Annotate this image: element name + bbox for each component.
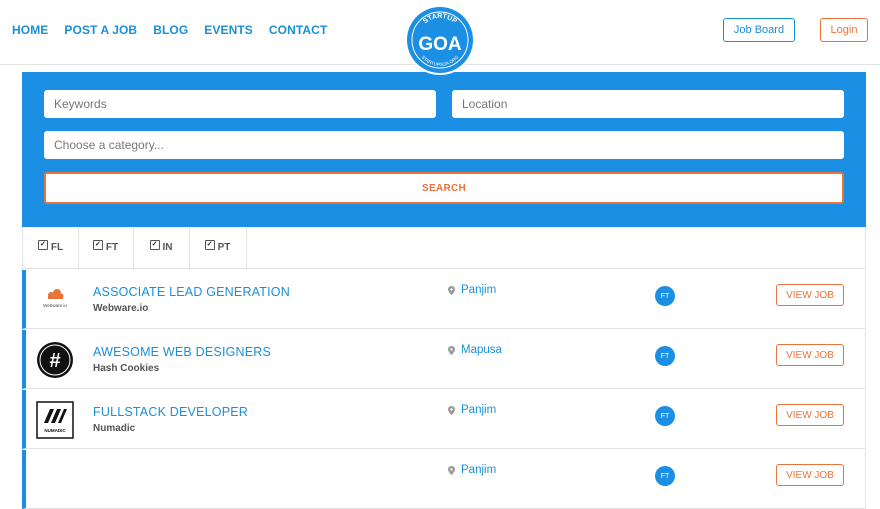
location-text: Mapusa	[461, 344, 502, 356]
filter-in[interactable]: ✓ IN	[133, 227, 190, 268]
location-pin-icon	[448, 405, 455, 415]
main-nav: HOME POST A JOB BLOG EVENTS CONTACT	[12, 23, 327, 37]
logo-text: #	[49, 350, 60, 372]
location-text: Panjim	[461, 464, 497, 476]
view-job-button[interactable]: VIEW JOB	[776, 284, 844, 306]
filter-ft[interactable]: ✓ FT	[78, 227, 134, 268]
job-listing-row[interactable]: Webware.io ASSOCIATE LEAD GENERATION Web…	[22, 270, 866, 329]
job-title-link[interactable]: FULLSTACK DEVELOPER	[93, 405, 248, 419]
view-job-button[interactable]: VIEW JOB	[776, 344, 844, 366]
job-search-panel: Keywords Location Choose a category... S…	[22, 72, 866, 227]
nav-events-link[interactable]: EVENTS	[204, 23, 253, 37]
view-job-button[interactable]: VIEW JOB	[776, 404, 844, 426]
job-type-filters: ✓ FL ✓ FT ✓ IN ✓ PT	[22, 227, 866, 269]
job-type-badge: FT	[655, 346, 675, 366]
logo-text: Webware.io	[43, 303, 67, 308]
location-pin-icon	[448, 465, 455, 475]
job-location: Mapusa	[448, 344, 502, 356]
company-name: Hash Cookies	[93, 363, 160, 374]
job-listing-row[interactable]: NUMADIC FULLSTACK DEVELOPER Numadic Panj…	[22, 390, 866, 449]
search-button[interactable]: SEARCH	[44, 172, 844, 204]
job-board-button[interactable]: Job Board	[723, 18, 795, 42]
job-title-link[interactable]: AWESOME WEB DESIGNERS	[93, 345, 271, 359]
nav-contact-link[interactable]: CONTACT	[269, 23, 327, 37]
checkbox-checked-icon[interactable]: ✓	[204, 239, 215, 250]
filter-label: FL	[50, 242, 64, 253]
checkbox-checked-icon[interactable]: ✓	[149, 239, 160, 250]
job-location: Panjim	[448, 404, 496, 416]
company-logo: NUMADIC	[36, 401, 74, 439]
startup-goa-logo[interactable]: STARTUP GOA STARTUPGOA.ORG	[404, 4, 476, 76]
job-type-badge: FT	[655, 286, 675, 306]
company-logo: #	[36, 341, 74, 379]
login-button[interactable]: Login	[820, 18, 868, 42]
nav-post-a-job-link[interactable]: POST A JOB	[64, 23, 137, 37]
view-job-button[interactable]: VIEW JOB	[776, 464, 844, 486]
checkbox-checked-icon[interactable]: ✓	[37, 239, 48, 250]
location-pin-icon	[448, 345, 455, 355]
filter-label: PT	[217, 242, 231, 253]
location-text: Panjim	[461, 284, 497, 296]
filter-fl[interactable]: ✓ FL	[23, 227, 79, 268]
job-listing-row[interactable]: # AWESOME WEB DESIGNERS Hash Cookies Map…	[22, 330, 866, 389]
logo-text: NUMADIC	[44, 428, 66, 433]
job-type-badge: FT	[655, 466, 675, 486]
nav-home-link[interactable]: HOME	[12, 23, 48, 37]
company-name: Numadic	[93, 423, 136, 434]
filter-pt[interactable]: ✓ PT	[189, 227, 247, 268]
category-select[interactable]: Choose a category...	[44, 131, 844, 159]
company-logo: Webware.io	[36, 281, 74, 319]
job-listing-row[interactable]: Panjim FT VIEW JOB	[22, 450, 866, 509]
location-pin-icon	[448, 285, 455, 295]
filter-label: IN	[162, 242, 173, 253]
nav-blog-link[interactable]: BLOG	[153, 23, 188, 37]
job-title-link[interactable]: ASSOCIATE LEAD GENERATION	[93, 285, 290, 299]
checkbox-checked-icon[interactable]: ✓	[92, 239, 103, 250]
filter-label: FT	[105, 242, 119, 253]
location-input[interactable]: Location	[452, 90, 844, 118]
job-type-badge: FT	[655, 406, 675, 426]
logo-main-text: GOA	[418, 34, 462, 55]
location-text: Panjim	[461, 404, 497, 416]
job-location: Panjim	[448, 284, 496, 296]
company-name: Webware.io	[93, 303, 149, 314]
keywords-input[interactable]: Keywords	[44, 90, 436, 118]
job-location: Panjim	[448, 464, 496, 476]
